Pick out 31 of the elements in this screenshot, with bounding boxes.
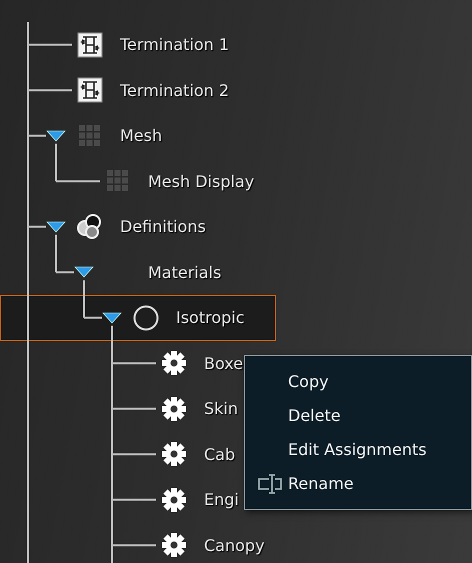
menu-item[interactable]: Delete	[245, 398, 471, 432]
tree-item-label[interactable]: Isotropic	[176, 308, 245, 328]
menu-item[interactable]: Copy	[245, 364, 471, 398]
tree-item-label[interactable]: Termination 1	[120, 35, 230, 54]
tree-item-label[interactable]: Canopy	[204, 536, 265, 555]
tree-item-label[interactable]: Mesh Display	[148, 172, 254, 191]
tree-item-label[interactable]: Mesh	[120, 126, 162, 146]
expand-toggle-icon[interactable]	[74, 266, 94, 278]
menu-item[interactable]: Rename	[245, 466, 471, 501]
tree-item-label[interactable]: Skin	[204, 399, 238, 418]
gear-icon	[161, 486, 187, 513]
tree-item-label[interactable]: Cab	[204, 444, 236, 464]
expand-toggle-icon[interactable]	[46, 130, 66, 142]
tree-item-label[interactable]: Engi	[204, 490, 239, 510]
tree-item-label[interactable]: Termination 2	[120, 80, 230, 100]
tree-item-label[interactable]: Boxe	[204, 354, 244, 373]
grid-icon	[107, 170, 129, 192]
gear-icon	[161, 350, 187, 376]
gear-icon	[161, 441, 187, 468]
tree-item-label[interactable]: Materials	[148, 262, 222, 282]
expand-toggle-icon[interactable]	[102, 312, 122, 324]
termination-icon	[77, 77, 103, 104]
grid-icon	[79, 124, 101, 147]
gear-icon	[161, 396, 187, 422]
termination-icon	[77, 32, 103, 58]
tree-item-label[interactable]: Definitions	[120, 217, 206, 236]
menu-item[interactable]: Edit Assignments	[245, 432, 471, 467]
expand-toggle-icon[interactable]	[46, 221, 66, 232]
rename-icon	[257, 472, 285, 495]
gear-icon	[161, 532, 187, 558]
blobs-icon	[76, 214, 104, 240]
